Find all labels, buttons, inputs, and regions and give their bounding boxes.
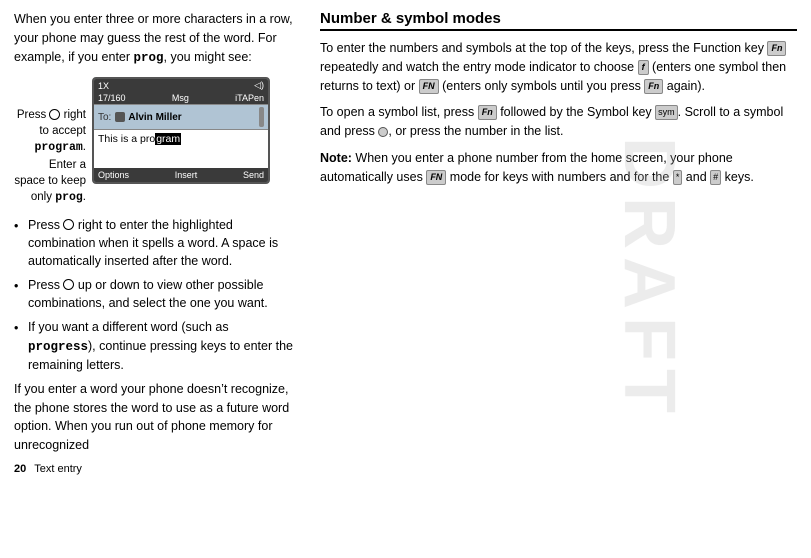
message-highlight: gram	[155, 133, 181, 145]
list-item: • Press right to enter the highlighted c…	[14, 216, 298, 270]
bullet-dot: •	[14, 319, 28, 337]
para2-mid: followed by the Symbol key	[497, 105, 655, 119]
intro-paragraph: When you enter three or more characters …	[14, 10, 298, 67]
bullet-text-1: Press right to enter the highlighted com…	[28, 216, 298, 270]
intro-text-end: , you might see:	[164, 50, 252, 64]
para2-start: To open a symbol list, press	[320, 105, 478, 119]
note-label: Note:	[320, 151, 352, 165]
phone-counter-bar: 17/160 Msg iTAPen	[94, 92, 268, 104]
fn-indicator: FN	[419, 79, 439, 94]
para1-mid: repeatedly and watch the entry mode indi…	[320, 60, 638, 74]
nav-button-icon	[49, 109, 60, 120]
para2-end: , or press the number in the list.	[388, 124, 563, 138]
phone-to-row: To: Alvin Miller	[94, 104, 268, 130]
nav-btn-1	[63, 219, 74, 230]
options-send: Send	[243, 170, 264, 180]
bullet-dot: •	[14, 277, 28, 295]
options-option: Options	[98, 170, 129, 180]
phone-message-area: This is a program	[94, 130, 268, 168]
bottom-text-content: If you enter a word your phone doesn’t r…	[14, 382, 289, 452]
status-signal: ◁)	[254, 80, 264, 91]
para2: To open a symbol list, press Fn followed…	[320, 103, 797, 141]
right-column: Number & symbol modes To enter the numbe…	[310, 0, 811, 558]
phone-screen-container: 1X ◁) 17/160 Msg iTAPen To: Alvin Miller	[92, 77, 298, 184]
star-key: *	[673, 170, 683, 185]
scroll-bar	[259, 107, 264, 127]
intro-bold-word: prog	[134, 51, 164, 65]
section-heading: Number & symbol modes	[320, 10, 797, 31]
phone-options-bar: Options Insert Send	[94, 168, 268, 182]
fn-note-key: FN	[426, 170, 446, 185]
note-and: and	[682, 170, 710, 184]
phone-diagram-area: Press rightto acceptprogram. Enter aspac…	[14, 77, 298, 206]
bullet-text-2: Press up or down to view other possible …	[28, 276, 298, 312]
nav-btn-2	[63, 279, 74, 290]
center-btn	[378, 127, 388, 137]
counter-left: 17/160	[98, 93, 126, 103]
press-text: Press rightto acceptprogram. Enter aspac…	[14, 109, 86, 202]
page-number: 20	[14, 463, 26, 475]
press-caption: Press rightto acceptprogram. Enter aspac…	[14, 107, 92, 206]
para1: To enter the numbers and symbols at the …	[320, 39, 797, 95]
status-left: 1X	[98, 81, 109, 91]
note-mid: mode for keys with numbers and for the	[446, 170, 673, 184]
fn-key-1: Fn	[767, 41, 786, 56]
phone-screen: 1X ◁) 17/160 Msg iTAPen To: Alvin Miller	[92, 77, 270, 184]
para1-end2: again).	[663, 79, 705, 93]
phone-status-bar: 1X ◁)	[94, 79, 268, 92]
footer-label: Text entry	[34, 463, 82, 475]
fn-key-3: Fn	[478, 105, 497, 120]
bullet-dot: •	[14, 217, 28, 235]
bullet-list: • Press right to enter the highlighted c…	[14, 216, 298, 374]
page-footer: 20 Text entry	[14, 463, 298, 475]
para1-start: To enter the numbers and symbols at the …	[320, 41, 767, 55]
to-label: To:	[98, 112, 111, 123]
left-column: When you enter three or more characters …	[0, 0, 310, 558]
message-text: This is a pro	[98, 133, 155, 145]
counter-right: iTAPen	[235, 93, 264, 103]
contact-icon	[115, 112, 125, 122]
bullet-text-3: If you want a different word (such as pr…	[28, 318, 298, 373]
sym-key: sym	[655, 105, 678, 120]
hash-key: #	[710, 170, 721, 185]
fn-key-2: Fn	[644, 79, 663, 94]
note-end: keys.	[721, 170, 754, 184]
f-indicator: f	[638, 60, 649, 75]
para1-end: (enters only symbols until you press	[439, 79, 645, 93]
contact-name: Alvin Miller	[128, 112, 181, 123]
options-insert: Insert	[175, 170, 198, 180]
counter-mid: Msg	[172, 93, 189, 103]
note-paragraph: Note: When you enter a phone number from…	[320, 149, 797, 187]
list-item: • Press up or down to view other possibl…	[14, 276, 298, 312]
bottom-paragraph: If you enter a word your phone doesn’t r…	[14, 380, 298, 455]
list-item: • If you want a different word (such as …	[14, 318, 298, 373]
